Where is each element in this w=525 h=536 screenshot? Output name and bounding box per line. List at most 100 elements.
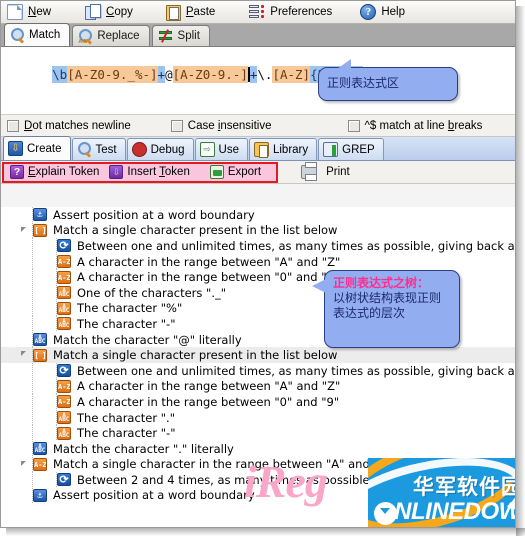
checkbox-dot-matches-newline[interactable]: Dot matches newline (7, 119, 131, 132)
tree-row-label: A character in the range between "0" and… (77, 394, 340, 409)
tree-expander-icon[interactable] (21, 226, 30, 235)
checkbox-box-icon[interactable] (7, 119, 19, 132)
callout-regex-area-text: 正则表达式区 (327, 76, 400, 90)
tab-use[interactable]: Use (194, 138, 248, 160)
tree-indent (1, 425, 57, 441)
tree-indent (1, 347, 33, 363)
repeat-icon (57, 239, 71, 253)
repeat-icon (57, 364, 71, 378)
toolbar-button-help[interactable]: ? Help (358, 2, 413, 23)
tree-row-label: Match the character "@" literally (53, 332, 242, 347)
export-button[interactable]: Export (207, 162, 268, 183)
tree-guide-line (32, 284, 33, 301)
regex-token-1: [A-Z0-9._%-] (67, 66, 158, 83)
tree-indent (1, 362, 57, 379)
toolbar-label-new: New (28, 6, 52, 18)
toolbar-label-paste: Paste (185, 6, 216, 18)
insert-token-icon: ⇩ (109, 165, 124, 179)
tree-row-label: The character "." (77, 410, 176, 425)
toolbar-button-copy[interactable]: Copy (83, 2, 141, 23)
range-icon (33, 457, 47, 471)
regex-token-7: [A-Z] (272, 66, 311, 83)
tree-expander-icon[interactable] (21, 460, 30, 469)
print-label: Print (326, 166, 350, 178)
regex-pattern-display[interactable]: \b[A-Z0-9._%-]+@[A-Z0-9.-]|+\.[A-Z]{2,4}… (7, 52, 363, 97)
callout-regex-tree-title: 正则表达式之树： (333, 276, 430, 290)
tab-create[interactable]: Create (3, 136, 71, 160)
tab-match[interactable]: Match (4, 23, 71, 46)
bug-icon (131, 142, 147, 157)
grep-icon (323, 142, 339, 157)
checkbox-box-icon[interactable] (347, 119, 360, 132)
tree-row[interactable]: Assert position at a word boundary (1, 207, 515, 223)
explain-token-icon: ? (10, 165, 24, 179)
tab-split[interactable]: Split (151, 25, 210, 46)
tree-row-label: Match the character "." literally (53, 441, 234, 456)
toolbar-button-preferences[interactable]: Preferences (247, 2, 340, 23)
tree-row[interactable]: Match a single character present in the … (1, 347, 515, 363)
explain-token-button[interactable]: ? Explain Token (7, 162, 106, 183)
tree-indent (1, 284, 57, 301)
toolbar-button-paste[interactable]: Paste (163, 2, 223, 23)
tree-row-label: One of the characters "._" (77, 285, 227, 300)
print-icon (301, 162, 318, 181)
tab-library[interactable]: Library (248, 138, 318, 160)
tree-guide-line (32, 316, 33, 332)
window-shadow-right (516, 6, 525, 536)
checkbox-line-breaks[interactable]: ^$ match at line breaks (347, 119, 482, 132)
tree-row[interactable]: A ABC The character "-" (1, 425, 515, 441)
magnifier-icon (77, 142, 92, 157)
insert-token-button[interactable]: ⇩ Insert Token (106, 162, 196, 183)
tab-test[interactable]: Test (71, 138, 126, 160)
tree-row[interactable]: A character in the range between "A" and… (1, 378, 515, 395)
regex-token-0: \b (52, 66, 68, 83)
window-shadow-bottom (6, 528, 525, 536)
regex-token-2: + (157, 66, 166, 83)
tab-debug[interactable]: Debug (126, 138, 194, 160)
tree-row-label: Assert position at a word boundary (53, 207, 255, 222)
literal-icon: A ABC (57, 286, 71, 300)
tab-match-label: Match (29, 29, 61, 41)
tab-create-label: Create (27, 142, 62, 155)
magnifier-replace-icon: A»B (78, 28, 93, 45)
checkbox-case-insensitive[interactable]: Case insensitive (170, 119, 272, 132)
tree-row[interactable]: Match a single character present in the … (1, 222, 515, 239)
tree-guide-line (32, 394, 33, 410)
literal-icon: A ABC (57, 301, 71, 315)
explain-token-label: Explain Token (28, 166, 100, 178)
tree-expander-icon[interactable] (21, 350, 30, 359)
regex-explanation-tree[interactable]: Assert position at a word boundaryMatch … (1, 207, 515, 527)
toolbar-label-copy: Copy (106, 6, 133, 18)
tree-guide-line (32, 472, 33, 488)
print-button[interactable]: Print (298, 162, 357, 183)
tree-guide-line (32, 425, 33, 441)
tree-row-label: Match a single character present in the … (53, 223, 338, 238)
tree-row-label: The character "-" (77, 316, 176, 331)
character-class-icon (33, 223, 47, 237)
tree-row[interactable]: A ABC The character "." (1, 409, 515, 426)
range-icon (57, 379, 71, 393)
tree-row[interactable]: Between one and unlimited times, as many… (1, 362, 515, 379)
callout-regex-tree-text: 正则表达式之树： 以树状结构表现正则 表达式的层次 (325, 271, 459, 326)
main-tab-bar: Create Test Debug Use Library GREP (1, 136, 515, 161)
copy-icon (85, 4, 102, 20)
anchor-icon (33, 488, 47, 502)
tree-row[interactable]: Between one and unlimited times, as many… (1, 238, 515, 254)
split-icon (158, 29, 174, 43)
range-icon (57, 255, 71, 269)
tab-replace[interactable]: A»B Replace (72, 25, 150, 46)
tree-row[interactable]: A character in the range between "A" and… (1, 253, 515, 270)
regex-token-6: \. (257, 66, 273, 83)
toolbar-button-new[interactable]: New (5, 2, 59, 23)
tree-row[interactable]: A ABC Match the character "." literally (1, 440, 515, 457)
tab-replace-label: Replace (97, 30, 140, 42)
checkbox-box-icon[interactable] (170, 119, 183, 132)
preferences-icon (249, 4, 265, 20)
tab-debug-label: Debug (150, 143, 185, 156)
tab-split-label: Split (177, 30, 200, 42)
tab-grep[interactable]: GREP (318, 138, 384, 160)
repeat-icon (57, 473, 71, 487)
tree-row[interactable]: A character in the range between "0" and… (1, 394, 515, 410)
tree-guide-line (32, 300, 33, 317)
regex-input-area[interactable]: \b[A-Z0-9._%-]+@[A-Z0-9.-]|+\.[A-Z]{2,4}… (1, 47, 515, 115)
